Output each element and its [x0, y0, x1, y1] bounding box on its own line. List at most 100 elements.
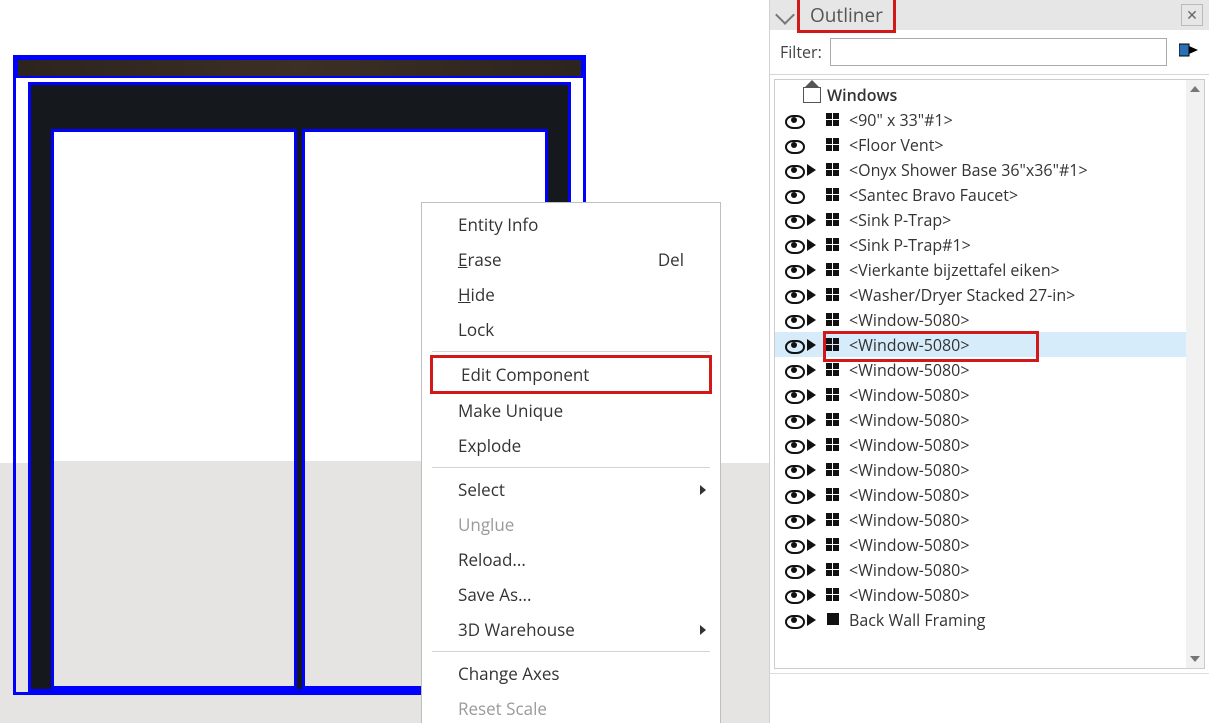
- tree-row[interactable]: <Window-5080>: [775, 407, 1186, 432]
- visibility-icon[interactable]: [783, 336, 805, 354]
- tree-row[interactable]: <Floor Vent>: [775, 132, 1186, 157]
- tree-item-label: <Window-5080>: [849, 434, 969, 456]
- expand-icon[interactable]: [805, 489, 821, 501]
- ctx-hide[interactable]: Hide: [422, 277, 720, 312]
- scroll-track[interactable]: [1186, 98, 1204, 650]
- tree-row[interactable]: <Window-5080>: [775, 307, 1186, 332]
- tree-row[interactable]: <Window-5080>: [775, 457, 1186, 482]
- tree-row[interactable]: <Vierkante bijzettafel eiken>: [775, 257, 1186, 282]
- ctx-make-unique[interactable]: Make Unique: [422, 393, 720, 428]
- visibility-icon[interactable]: [783, 611, 805, 629]
- expand-icon[interactable]: [805, 339, 821, 351]
- visibility-icon[interactable]: [783, 586, 805, 604]
- tree-row[interactable]: <Washer/Dryer Stacked 27-in>: [775, 282, 1186, 307]
- expand-icon[interactable]: [805, 614, 821, 626]
- ctx-reload-[interactable]: Reload...: [422, 542, 720, 577]
- tree-root[interactable]: Windows: [775, 82, 1186, 107]
- tree-row[interactable]: <Santec Bravo Faucet>: [775, 182, 1186, 207]
- ctx-save-as-[interactable]: Save As...: [422, 577, 720, 612]
- tree-row[interactable]: <Sink P-Trap>: [775, 207, 1186, 232]
- tree-item-label: <Sink P-Trap>: [849, 209, 951, 231]
- component-icon: [825, 513, 843, 527]
- component-icon: [825, 188, 843, 202]
- visibility-icon[interactable]: [783, 536, 805, 554]
- filter-row: Filter:: [770, 30, 1209, 75]
- scroll-up-icon[interactable]: [1186, 80, 1204, 98]
- expand-icon[interactable]: [805, 314, 821, 326]
- tree-row[interactable]: <Window-5080>: [775, 557, 1186, 582]
- tree-row[interactable]: <Window-5080>: [775, 382, 1186, 407]
- tree-row[interactable]: <Window-5080>: [775, 532, 1186, 557]
- tree-row[interactable]: <Window-5080>: [775, 432, 1186, 457]
- group-icon: [825, 613, 843, 627]
- visibility-icon[interactable]: [783, 511, 805, 529]
- tree-row[interactable]: Back Wall Framing: [775, 607, 1186, 632]
- ctx-edit-component[interactable]: Edit Component: [430, 355, 712, 394]
- visibility-icon[interactable]: [783, 311, 805, 329]
- panel-title: Outliner: [797, 0, 896, 33]
- tree-row[interactable]: <Window-5080>: [775, 507, 1186, 532]
- expand-icon[interactable]: [805, 514, 821, 526]
- tree-row[interactable]: <Window-5080>: [775, 582, 1186, 607]
- home-icon: [803, 87, 821, 103]
- scrollbar[interactable]: [1186, 80, 1204, 668]
- expand-icon[interactable]: [805, 414, 821, 426]
- ctx-3d-warehouse[interactable]: 3D Warehouse: [422, 612, 720, 647]
- tree-row[interactable]: <Window-5080>: [775, 482, 1186, 507]
- expand-icon[interactable]: [805, 439, 821, 451]
- details-icon[interactable]: [1179, 40, 1199, 64]
- filter-input[interactable]: [830, 38, 1167, 66]
- component-icon: [825, 538, 843, 552]
- visibility-icon[interactable]: [783, 161, 805, 179]
- visibility-icon[interactable]: [783, 236, 805, 254]
- expand-icon[interactable]: [805, 564, 821, 576]
- visibility-icon[interactable]: [783, 461, 805, 479]
- expand-icon[interactable]: [805, 539, 821, 551]
- ctx-erase[interactable]: EraseDel: [422, 242, 720, 277]
- visibility-icon[interactable]: [783, 386, 805, 404]
- expand-icon[interactable]: [805, 389, 821, 401]
- tree-item-label: <Window-5080>: [849, 559, 969, 581]
- tree-item-label: Back Wall Framing: [849, 609, 985, 631]
- visibility-icon[interactable]: [783, 186, 805, 204]
- visibility-icon[interactable]: [783, 486, 805, 504]
- tree-row[interactable]: <Window-5080>: [775, 357, 1186, 382]
- visibility-icon[interactable]: [783, 361, 805, 379]
- outliner-tree[interactable]: Windows<90" x 33"#1><Floor Vent><Onyx Sh…: [775, 80, 1186, 668]
- expand-icon[interactable]: [805, 589, 821, 601]
- close-icon[interactable]: ✕: [1181, 4, 1203, 26]
- expand-icon[interactable]: [805, 464, 821, 476]
- visibility-icon[interactable]: [783, 286, 805, 304]
- component-icon: [825, 263, 843, 277]
- expand-icon[interactable]: [805, 214, 821, 226]
- tree-row[interactable]: <Sink P-Trap#1>: [775, 232, 1186, 257]
- tree-row[interactable]: <90" x 33"#1>: [775, 107, 1186, 132]
- expand-icon[interactable]: [805, 364, 821, 376]
- visibility-icon[interactable]: [783, 261, 805, 279]
- viewport-canvas[interactable]: Entity InfoEraseDelHideLock Edit Componen…: [0, 0, 769, 723]
- expand-icon[interactable]: [805, 239, 821, 251]
- expand-icon[interactable]: [805, 264, 821, 276]
- tree-item-label: <Floor Vent>: [849, 134, 944, 156]
- ctx-lock[interactable]: Lock: [422, 312, 720, 347]
- visibility-icon[interactable]: [783, 111, 805, 129]
- visibility-icon[interactable]: [783, 211, 805, 229]
- ctx-change-axes[interactable]: Change Axes: [422, 656, 720, 691]
- ctx-explode[interactable]: Explode: [422, 428, 720, 463]
- visibility-icon[interactable]: [783, 411, 805, 429]
- tree-item-label: <Window-5080>: [849, 409, 969, 431]
- panel-footer: [770, 673, 1209, 723]
- tree-row[interactable]: <Window-5080>: [775, 332, 1186, 357]
- visibility-icon[interactable]: [783, 561, 805, 579]
- ctx-entity-info[interactable]: Entity Info: [422, 207, 720, 242]
- scroll-down-icon[interactable]: [1186, 650, 1204, 668]
- tree-item-label: <Window-5080>: [849, 534, 969, 556]
- tree-item-label: <Santec Bravo Faucet>: [849, 184, 1018, 206]
- expand-icon[interactable]: [805, 164, 821, 176]
- visibility-icon[interactable]: [783, 136, 805, 154]
- visibility-icon[interactable]: [783, 436, 805, 454]
- ctx-select[interactable]: Select: [422, 472, 720, 507]
- collapse-icon[interactable]: [775, 5, 795, 25]
- expand-icon[interactable]: [805, 289, 821, 301]
- tree-row[interactable]: <Onyx Shower Base 36"x36"#1>: [775, 157, 1186, 182]
